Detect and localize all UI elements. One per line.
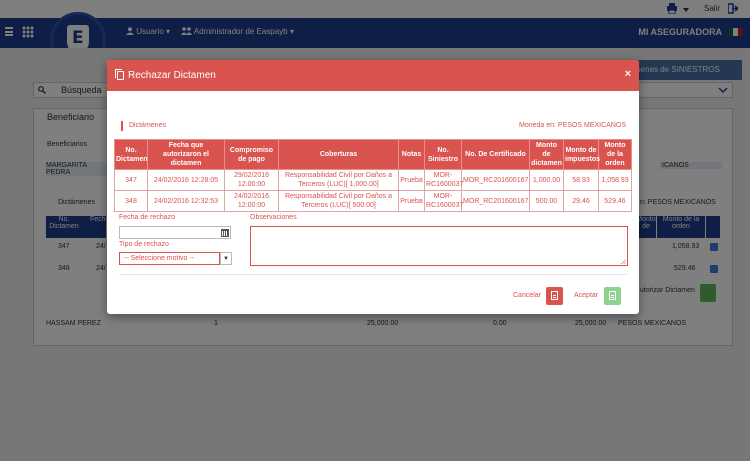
tipo-rechazo-select[interactable]: -- Seleccione motivo -- xyxy=(119,252,220,265)
th-no-certificado: No. De Certificado xyxy=(461,139,530,170)
tipo-rechazo-label: Tipo de rechazo xyxy=(119,241,169,248)
document-icon xyxy=(115,69,124,80)
resize-handle[interactable] xyxy=(621,259,626,264)
cell-compromiso-pago: 29/02/2016 12:00:00 xyxy=(224,169,279,191)
cell-compromiso-pago: 24/02/2016 12:00:00 xyxy=(224,190,279,212)
cell-no-certificado: MOR_RC201600167 xyxy=(461,169,530,191)
cell-coberturas: Responsabilidad Civil por Daños a Tercer… xyxy=(278,169,399,191)
cell-monto-orden: 529.46 xyxy=(598,190,632,212)
chevron-down-icon[interactable]: ▼ xyxy=(220,252,232,265)
table-row: 347 24/02/2016 12:28:05 29/02/2016 12:00… xyxy=(114,169,632,191)
modal-header: Rechazar Dictamen × xyxy=(107,60,639,91)
th-notas: Notas xyxy=(398,139,425,170)
th-monto-orden: Monto de la orden xyxy=(598,139,632,170)
table-header-row: No. Dictamen Fecha que autorizaron el di… xyxy=(114,139,632,170)
modal-title: Rechazar Dictamen xyxy=(128,70,216,81)
cell-monto-impuestos: 29.46 xyxy=(563,190,599,212)
pdf-icon xyxy=(551,291,558,300)
table-row: 348 24/02/2016 12:32:53 24/02/2016 12:00… xyxy=(114,190,632,212)
fecha-rechazo-label: Fecha de rechazo xyxy=(119,214,176,221)
cell-fecha-autorizacion: 24/02/2016 12:32:53 xyxy=(147,190,225,212)
observaciones-label: Observaciones xyxy=(250,214,297,221)
cell-fecha-autorizacion: 24/02/2016 12:28:05 xyxy=(147,169,225,191)
close-icon[interactable]: × xyxy=(625,68,631,80)
cell-no-dictamen: 347 xyxy=(114,169,148,191)
calendar-icon[interactable] xyxy=(221,229,229,237)
cell-no-siniestro: MOR-RC1600037 xyxy=(424,190,463,212)
cell-monto-orden: 1,058.93 xyxy=(598,169,632,191)
dictamenes-section-label: Dictámenes xyxy=(121,121,166,131)
cell-monto-impuestos: 58.93 xyxy=(563,169,599,191)
pdf-icon xyxy=(609,291,616,300)
cell-monto-dictamen: 1,000.00 xyxy=(529,169,564,191)
th-monto-dictamen: Monto de dictamen xyxy=(529,139,564,170)
th-compromiso-pago: Compromiso de pago xyxy=(224,139,279,170)
cell-no-dictamen: 348 xyxy=(114,190,148,212)
th-no-dictamen: No. Dictamen xyxy=(114,139,148,170)
th-fecha-autorizacion: Fecha que autorizaron el dictamen xyxy=(147,139,225,170)
cell-notas: Prueba xyxy=(398,190,425,212)
divider xyxy=(119,274,627,275)
cancelar-button[interactable]: Cancelar xyxy=(513,292,541,299)
fecha-rechazo-input[interactable] xyxy=(119,226,231,239)
dictamenes-table: No. Dictamen Fecha que autorizaron el di… xyxy=(114,139,632,212)
moneda-label: Moneda en: PESOS MEXICANOS xyxy=(519,122,626,129)
cell-monto-dictamen: 500.00 xyxy=(529,190,564,212)
cell-no-certificado: MOR_RC201600167 xyxy=(461,190,530,212)
observaciones-textarea[interactable] xyxy=(250,226,628,266)
cancelar-pdf-button[interactable] xyxy=(546,287,563,305)
aceptar-button[interactable]: Aceptar xyxy=(574,292,598,299)
th-monto-impuestos: Monto de impuestos xyxy=(563,139,600,170)
cell-no-siniestro: MOR-RC1600037 xyxy=(424,169,463,191)
cell-coberturas: Responsabilidad Civil por Daños a Tercer… xyxy=(278,190,399,212)
th-coberturas: Coberturas xyxy=(278,139,399,170)
rechazar-dictamen-modal: Rechazar Dictamen × Dictámenes Moneda en… xyxy=(107,60,639,314)
th-no-siniestro: No. Siniestro xyxy=(424,139,462,170)
aceptar-pdf-button[interactable] xyxy=(604,287,621,305)
cell-notas: Prueba xyxy=(398,169,425,191)
